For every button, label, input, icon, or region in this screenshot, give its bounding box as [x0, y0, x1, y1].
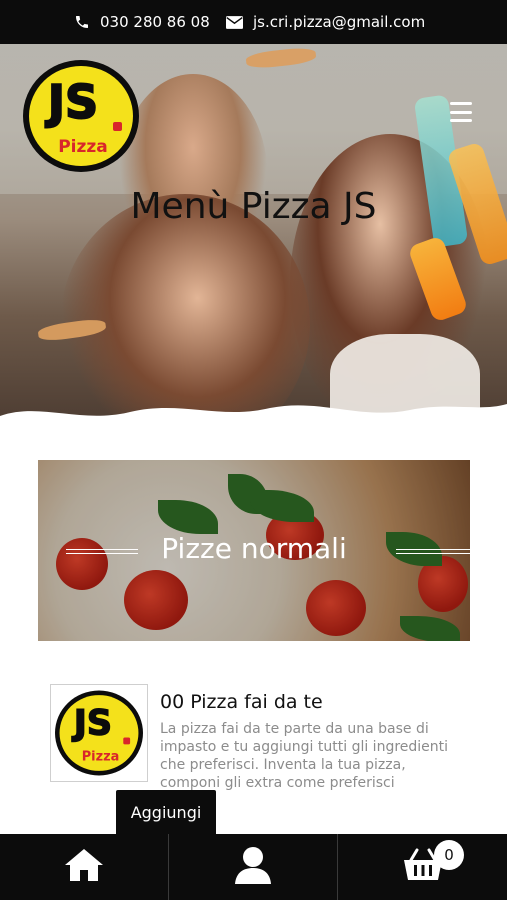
bottom-navigation [0, 834, 507, 900]
phone-icon [74, 14, 90, 30]
logo-letters: JS [45, 75, 98, 129]
thumb-logo-letters: JS [72, 704, 112, 744]
category-banner[interactable]: Pizze normali [38, 460, 470, 641]
cart-count-badge: 0 [434, 840, 464, 870]
hamburger-icon[interactable] [450, 102, 472, 122]
phone-number: 030 280 86 08 [100, 13, 210, 31]
email-address: js.cri.pizza@gmail.com [253, 13, 426, 31]
email-link[interactable]: js.cri.pizza@gmail.com [226, 0, 425, 44]
contact-bar: 030 280 86 08 js.cri.pizza@gmail.com [0, 0, 507, 44]
site-logo[interactable]: JS Pizza [21, 58, 141, 174]
thumb-logo-subtext: Pizza [82, 749, 120, 764]
envelope-icon [226, 15, 243, 29]
category-title: Pizze normali [161, 532, 347, 565]
home-icon [63, 847, 105, 887]
add-to-cart-button[interactable]: Aggiungi [116, 790, 216, 834]
nav-account[interactable] [169, 834, 338, 900]
logo-subtext: Pizza [58, 137, 108, 157]
nav-cart[interactable] [338, 834, 507, 900]
product-thumbnail: JS Pizza [50, 684, 148, 782]
product-description: La pizza fai da te parte da una base di … [160, 721, 449, 791]
nav-home[interactable] [0, 834, 169, 900]
user-icon [234, 846, 272, 888]
hero-wave-divider [0, 404, 507, 434]
phone-link[interactable]: 030 280 86 08 [74, 0, 210, 44]
product-name[interactable]: 00 Pizza fai da te [160, 691, 323, 713]
page-title: Menù Pizza JS [130, 186, 377, 227]
